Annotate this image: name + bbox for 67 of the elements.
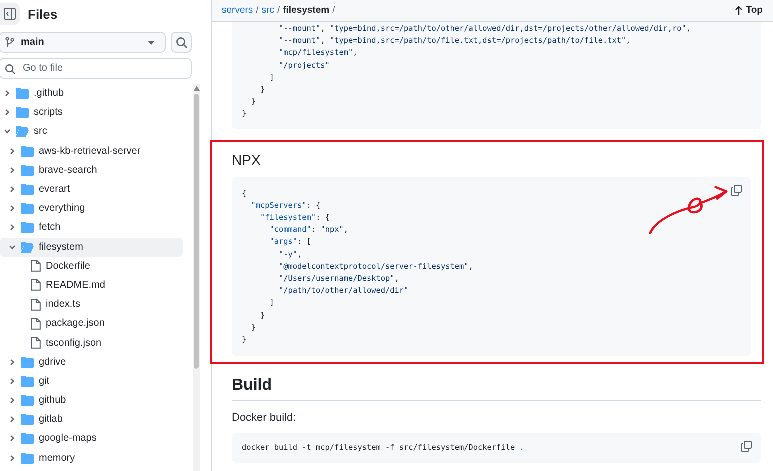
breadcrumb-current: filesystem — [283, 5, 330, 16]
folder-icon — [21, 203, 34, 214]
tree-item[interactable]: tsconfig.json — [0, 333, 183, 353]
folder-icon — [21, 356, 34, 368]
copy-icon — [741, 441, 752, 452]
breadcrumb-separator: / — [277, 5, 280, 16]
file-icon — [31, 279, 41, 292]
tree-item[interactable]: everything — [0, 199, 183, 218]
tree-item[interactable]: gitlab — [0, 410, 183, 430]
scrollbar[interactable] — [193, 84, 200, 471]
folder-icon — [21, 452, 34, 464]
tree-item[interactable]: gdrive — [0, 352, 183, 372]
tree-item[interactable]: scripts — [0, 103, 183, 122]
folder-icon — [21, 433, 34, 444]
breadcrumb-link[interactable]: src — [262, 5, 274, 16]
folder-icon — [21, 414, 34, 426]
section-heading: NPX — [232, 150, 262, 170]
branch-icon — [5, 37, 15, 48]
open-folder-icon — [21, 242, 34, 253]
folder-icon — [21, 395, 34, 406]
go-to-file-field[interactable]: Go to file — [0, 58, 192, 79]
folder-icon — [21, 146, 34, 157]
tree-item[interactable]: fetch — [0, 218, 183, 238]
files-title: Files — [28, 6, 58, 22]
scroll-up-arrow-icon[interactable] — [194, 86, 200, 91]
tree-item[interactable]: src — [0, 122, 183, 142]
breadcrumb-separator: / — [256, 5, 259, 16]
search-button[interactable] — [171, 32, 192, 53]
tree-item[interactable]: memory — [0, 448, 183, 468]
tree-item[interactable]: aws-kb-retrieval-server — [0, 142, 183, 161]
folder-icon — [16, 88, 29, 100]
branch-dropdown[interactable]: main — [0, 32, 166, 53]
copy-button[interactable] — [741, 441, 752, 452]
folder-icon — [21, 184, 34, 196]
folder-icon — [21, 376, 34, 387]
panel-icon — [4, 8, 16, 20]
search-icon — [176, 36, 188, 48]
breadcrumb-separator: / — [332, 5, 336, 16]
file-icon — [31, 337, 41, 350]
collapse-panel-button[interactable] — [0, 3, 20, 25]
arrow-up-icon — [735, 6, 744, 15]
breadcrumb-link[interactable]: servers — [222, 5, 254, 16]
tree-item[interactable]: google-maps — [0, 429, 183, 449]
file-icon — [31, 318, 41, 330]
caret-icon — [148, 40, 155, 44]
file-icon — [31, 260, 41, 272]
tree-item[interactable]: index.ts — [0, 295, 183, 314]
copy-icon — [731, 184, 742, 196]
tree-item[interactable]: filesystem — [0, 238, 183, 257]
tree-item[interactable]: everart — [0, 180, 183, 200]
top-link[interactable]: Top — [735, 5, 763, 16]
tree-item[interactable]: brave-search — [0, 160, 183, 180]
search-icon — [5, 64, 16, 75]
folder-icon — [21, 222, 34, 234]
paragraph: Docker build: — [232, 412, 298, 424]
tree-item[interactable]: .github — [0, 84, 183, 104]
tree-item[interactable]: git — [0, 372, 183, 391]
tree-item[interactable]: README.md — [0, 276, 183, 296]
copy-button[interactable] — [731, 184, 742, 196]
tree-item[interactable]: package.json — [0, 314, 183, 334]
folder-icon — [21, 164, 34, 176]
file-icon — [31, 298, 41, 311]
tree-item[interactable]: Dockerfile — [0, 256, 183, 276]
section-heading: Build — [232, 377, 272, 394]
folder-icon — [16, 107, 29, 118]
tree-item[interactable]: github — [0, 391, 183, 410]
open-folder-icon — [16, 126, 29, 138]
